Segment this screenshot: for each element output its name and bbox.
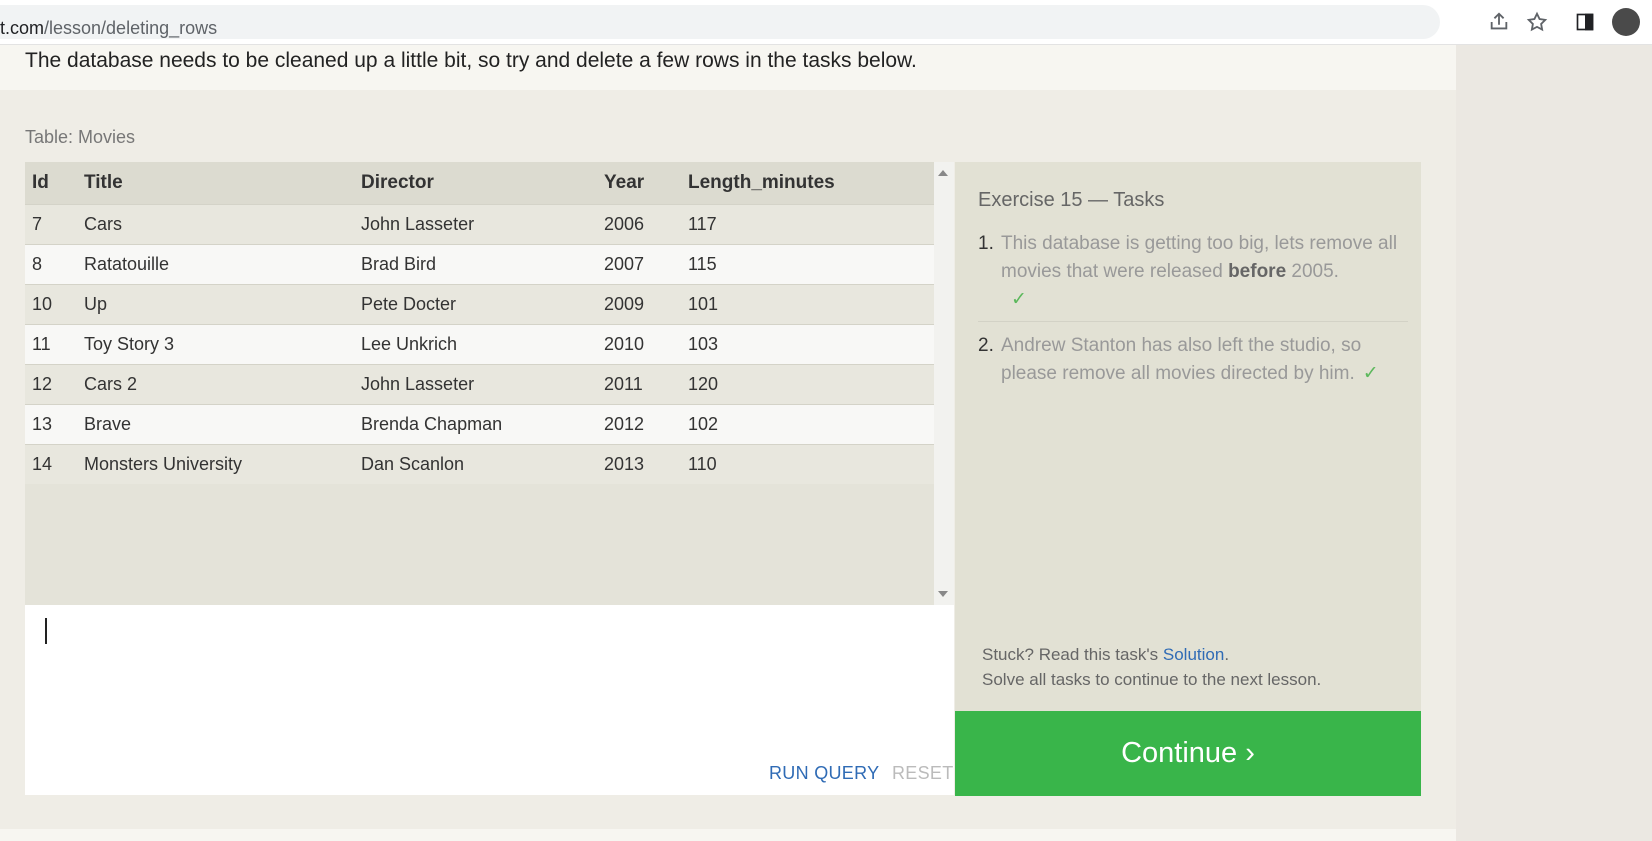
tasks-panel: Exercise 15 — Tasks 1. This database is … — [955, 162, 1421, 711]
table-cell: 2006 — [597, 203, 681, 244]
task-number: 1. — [978, 233, 994, 254]
table-cell: Brave — [77, 403, 354, 444]
column-header: Length_minutes — [681, 162, 934, 204]
table-caption: Table: Movies — [25, 127, 136, 147]
scroll-up-arrow-icon[interactable] — [938, 170, 948, 176]
table-cell: 2012 — [597, 403, 681, 444]
reset-button[interactable]: RESET — [892, 763, 954, 784]
table-cell: Monsters University — [77, 443, 354, 484]
table-header-row: Id Title Director Year Length_minutes — [25, 162, 934, 204]
table-cell: Cars 2 — [77, 363, 354, 404]
lesson-lead-text: The database needs to be cleaned up a li… — [25, 49, 917, 72]
url-host: t.com — [0, 18, 45, 38]
table-cell: 101 — [681, 283, 934, 324]
table-cell: Up — [77, 283, 354, 324]
solution-link[interactable]: Solution — [1163, 645, 1224, 664]
task-complete-check-icon: ✓ — [1011, 289, 1027, 310]
table-row: 13 Brave Brenda Chapman 2012 102 — [25, 403, 934, 444]
table-row: 7 Cars John Lasseter 2006 117 — [25, 203, 934, 244]
tasks-title: Exercise 15 — Tasks — [978, 189, 1165, 211]
share-icon[interactable] — [1487, 10, 1511, 34]
task-list: 1. This database is getting too big, let… — [978, 230, 1408, 388]
table-cell: Cars — [77, 203, 354, 244]
table-cell: 2013 — [597, 443, 681, 484]
table-row: 14 Monsters University Dan Scanlon 2013 … — [25, 443, 934, 484]
task-item: 1. This database is getting too big, let… — [978, 230, 1408, 322]
run-query-button[interactable]: RUN QUERY — [769, 763, 879, 784]
column-header: Director — [354, 162, 597, 204]
column-header: Year — [597, 162, 681, 204]
scroll-down-arrow-icon[interactable] — [938, 591, 948, 597]
table-cell: John Lasseter — [354, 363, 597, 404]
table-cell: Pete Docter — [354, 283, 597, 324]
url-text[interactable]: t.com/lesson/deleting_rows — [0, 18, 217, 39]
stuck-suffix: . — [1224, 645, 1230, 664]
table-cell: John Lasseter — [354, 203, 597, 244]
task-item: 2. Andrew Stanton has also left the stud… — [978, 332, 1408, 388]
lesson-lead-area: The database needs to be cleaned up a li… — [0, 45, 1456, 90]
help-text: Stuck? Read this task's Solution. Solve … — [982, 642, 1321, 692]
task-text: 2005. — [1286, 261, 1339, 282]
table-cell: Brenda Chapman — [354, 403, 597, 444]
movies-table: Id Title Director Year Length_minutes 7 … — [25, 162, 934, 484]
table-row: 10 Up Pete Docter 2009 101 — [25, 283, 934, 324]
table-cell: 117 — [681, 203, 934, 244]
table-cell: 102 — [681, 403, 934, 444]
table-cell: 8 — [25, 243, 77, 284]
table-cell: 10 — [25, 283, 77, 324]
stuck-prefix: Stuck? Read this task's — [982, 645, 1163, 664]
query-editor[interactable]: RUN QUERY RESET — [25, 605, 954, 795]
task-text: Andrew Stanton has also left the studio,… — [1001, 335, 1362, 384]
task-complete-check-icon: ✓ — [1362, 363, 1379, 384]
table-cell: Ratatouille — [77, 243, 354, 284]
table-row: 12 Cars 2 John Lasseter 2011 120 — [25, 363, 934, 404]
table-cell: 12 — [25, 363, 77, 404]
star-icon[interactable] — [1525, 10, 1549, 34]
address-bar[interactable]: t.com/lesson/deleting_rows — [0, 5, 1440, 39]
task-text-bold: before — [1228, 261, 1287, 282]
task-number: 2. — [978, 335, 994, 356]
browser-toolbar: t.com/lesson/deleting_rows — [0, 0, 1652, 45]
results-table-panel[interactable]: Id Title Director Year Length_minutes 7 … — [25, 162, 954, 605]
table-cell: 120 — [681, 363, 934, 404]
url-path: /lesson/deleting_rows — [44, 18, 218, 38]
table-row: 8 Ratatouille Brad Bird 2007 115 — [25, 243, 934, 284]
table-cell: 110 — [681, 443, 934, 484]
table-cell: 115 — [681, 243, 934, 284]
text-caret — [45, 618, 47, 644]
side-panel-icon[interactable] — [1573, 10, 1597, 34]
table-scrollbar[interactable] — [934, 162, 954, 605]
profile-avatar[interactable] — [1612, 8, 1640, 36]
column-header: Id — [25, 162, 77, 204]
table-cell: Lee Unkrich — [354, 323, 597, 364]
table-cell: 2010 — [597, 323, 681, 364]
table-cell: 2007 — [597, 243, 681, 284]
table-cell: 13 — [25, 403, 77, 444]
table-cell: 14 — [25, 443, 77, 484]
column-header: Title — [77, 162, 354, 204]
table-row: 11 Toy Story 3 Lee Unkrich 2010 103 — [25, 323, 934, 364]
right-gutter — [1456, 45, 1652, 841]
solve-all-text: Solve all tasks to continue to the next … — [982, 670, 1322, 689]
table-cell: 7 — [25, 203, 77, 244]
table-cell: Toy Story 3 — [77, 323, 354, 364]
table-cell: 2011 — [597, 363, 681, 404]
bottom-strip — [0, 829, 1456, 841]
table-cell: Dan Scanlon — [354, 443, 597, 484]
table-cell: Brad Bird — [354, 243, 597, 284]
table-cell: 2009 — [597, 283, 681, 324]
table-cell: 11 — [25, 323, 77, 364]
table-cell: 103 — [681, 323, 934, 364]
continue-button[interactable]: Continue › — [955, 711, 1421, 796]
